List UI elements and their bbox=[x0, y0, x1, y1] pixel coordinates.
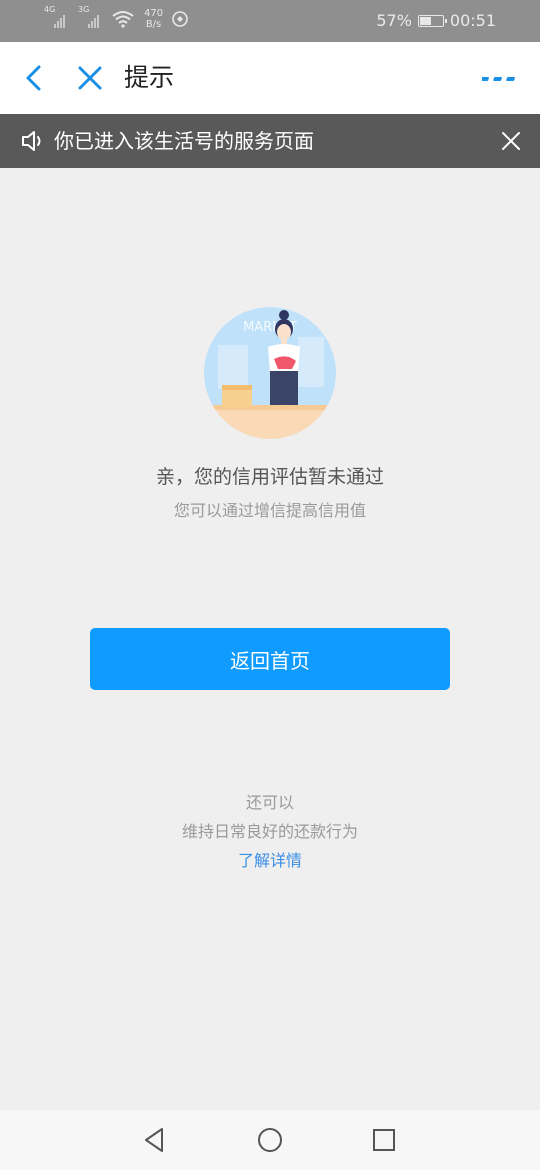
system-nav-bar bbox=[0, 1110, 540, 1170]
battery-percent: 57% bbox=[376, 11, 412, 30]
speaker-icon bbox=[22, 131, 41, 151]
nav-recents-icon[interactable] bbox=[371, 1127, 397, 1153]
notice-close-icon[interactable] bbox=[500, 130, 522, 152]
more-dots-icon[interactable] bbox=[482, 70, 518, 86]
result-subtitle: 您可以通过增信提高信用值 bbox=[173, 501, 366, 520]
result-title: 亲，您的信用评估暂未通过 bbox=[155, 466, 384, 488]
signal-3g-label: 3G bbox=[78, 5, 90, 14]
learn-more-link[interactable]: 了解详情 bbox=[0, 849, 540, 873]
close-icon[interactable] bbox=[74, 62, 106, 94]
shopkeeper-illustration: MARKET bbox=[204, 307, 336, 439]
footer-line-1: 还可以 bbox=[245, 793, 294, 812]
status-right: 57% 00:51 bbox=[376, 11, 496, 30]
signal-4g-label: 4G bbox=[44, 5, 56, 14]
speed-unit: B/s bbox=[145, 19, 162, 30]
chevron-left-icon[interactable] bbox=[18, 62, 50, 94]
title-bar: 提示 bbox=[0, 42, 540, 114]
nav-home-icon[interactable] bbox=[256, 1126, 284, 1154]
speed-value: 470 bbox=[144, 8, 164, 19]
nav-back-icon[interactable] bbox=[140, 1126, 168, 1154]
data-saver-icon bbox=[172, 11, 188, 27]
return-home-button[interactable]: 返回首页 bbox=[90, 628, 450, 690]
footer-line-2: 维持日常良好的还款行为 bbox=[181, 822, 358, 841]
service-notice-banner: 你已进入该生活号的服务页面 bbox=[0, 114, 540, 168]
wifi-icon bbox=[112, 11, 134, 28]
network-speed: 470 B/s bbox=[144, 8, 163, 30]
page-title: 提示 bbox=[124, 63, 175, 92]
status-bar: 4G 3G 470 B/s 57% 00:51 bbox=[0, 0, 540, 42]
signal-4g-icon: 4G bbox=[44, 6, 70, 28]
status-left: 4G 3G 470 B/s bbox=[44, 6, 189, 30]
battery-icon bbox=[417, 14, 447, 27]
notice-text: 你已进入该生活号的服务页面 bbox=[54, 129, 314, 153]
signal-3g-icon: 3G bbox=[78, 6, 104, 28]
clock: 00:51 bbox=[449, 11, 496, 30]
